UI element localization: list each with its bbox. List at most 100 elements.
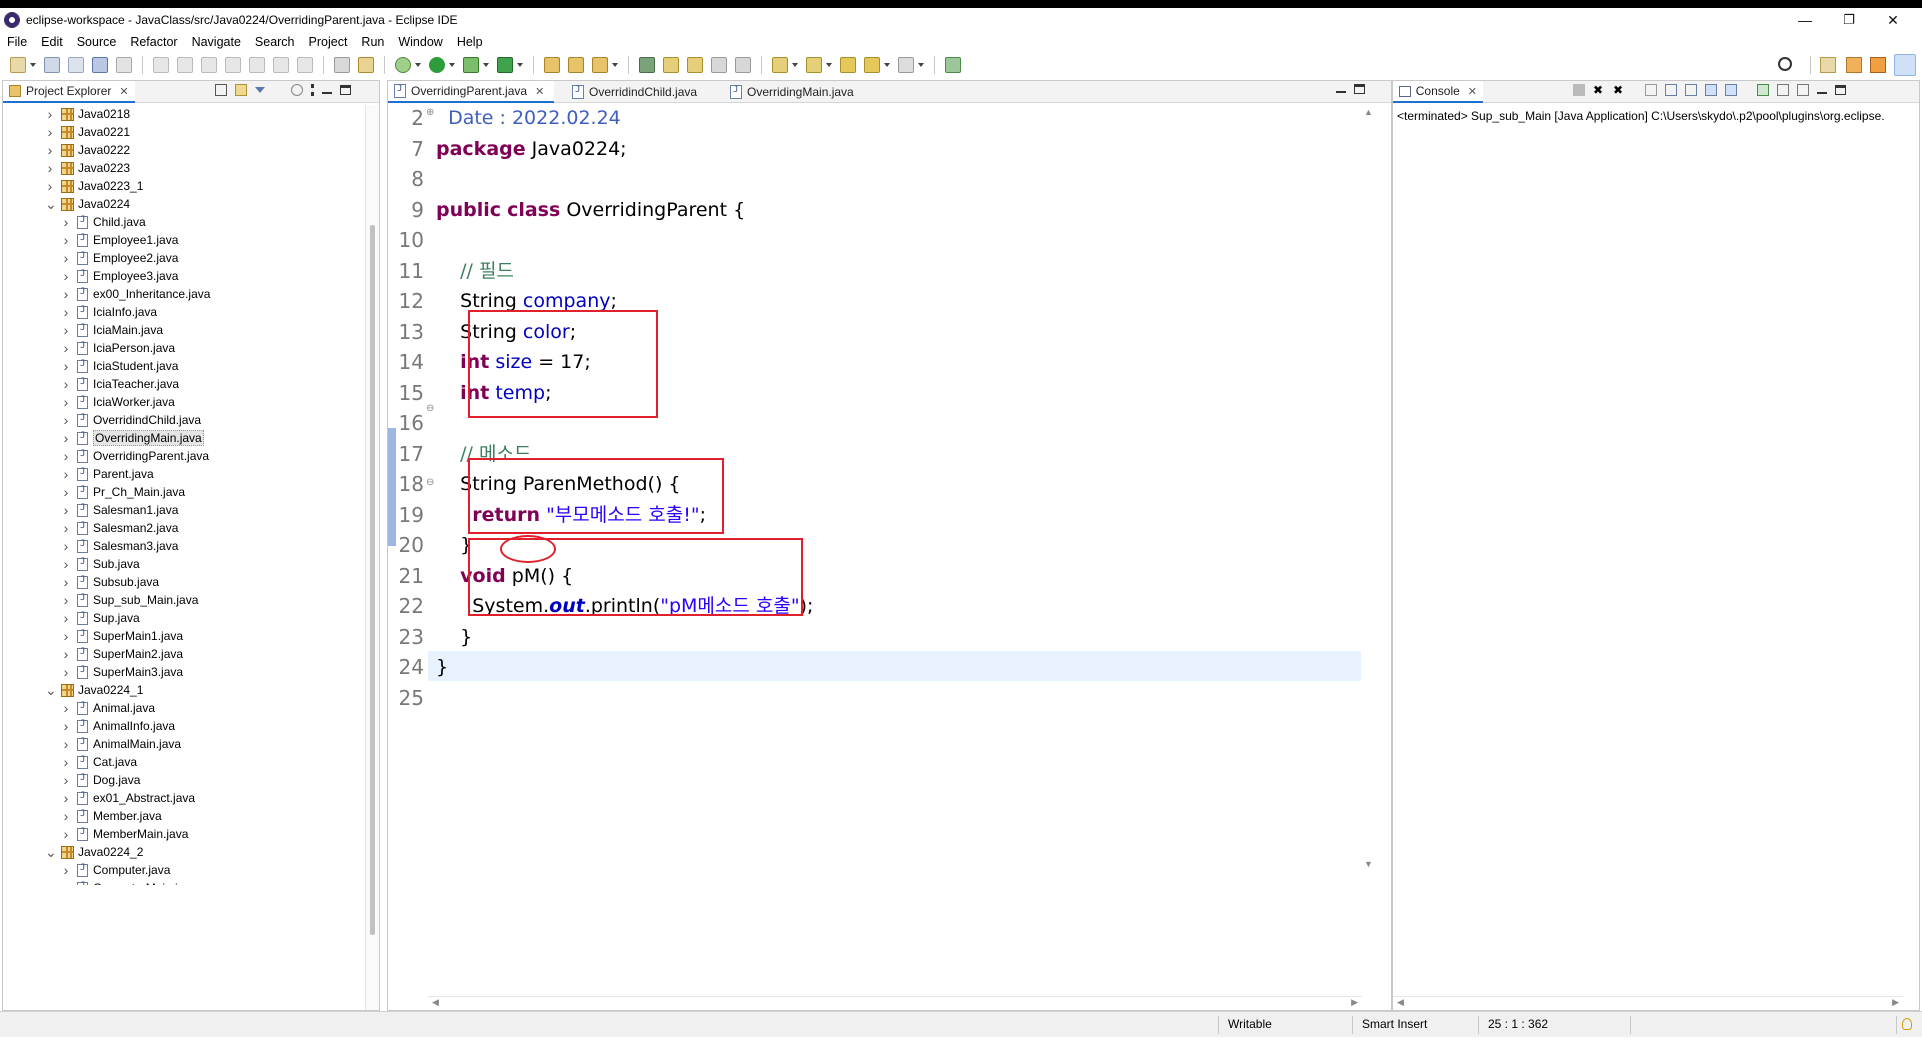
chevron-right-icon[interactable]: › <box>61 863 71 877</box>
chevron-right-icon[interactable]: › <box>61 467 71 481</box>
tree-file[interactable]: › Salesman1.java <box>61 501 179 519</box>
new-icon[interactable] <box>10 57 26 73</box>
console-vscrollbar[interactable] <box>1903 105 1917 985</box>
tree-file[interactable]: › Child.java <box>61 213 146 231</box>
tab-overridingmain[interactable]: OverridingMain.java <box>724 81 884 103</box>
chevron-right-icon[interactable]: › <box>61 737 71 751</box>
chevron-right-icon[interactable]: › <box>61 395 71 409</box>
save-all-icon[interactable] <box>68 57 84 73</box>
collapse-all-icon[interactable] <box>215 84 227 96</box>
tree-file[interactable]: › AnimalMain.java <box>61 735 181 753</box>
tree-file[interactable]: › Sup_sub_Main.java <box>61 591 199 609</box>
tree-package[interactable]: › Java0218 <box>45 105 130 123</box>
tree-file[interactable]: › IciaWorker.java <box>61 393 175 411</box>
scrollbar-thumb[interactable] <box>370 225 375 935</box>
scroll-lock-icon[interactable] <box>1665 84 1677 96</box>
tree-file[interactable]: › Sup.java <box>61 609 140 627</box>
disconnect-icon[interactable] <box>225 57 241 73</box>
tree-package[interactable]: › Java0223_1 <box>45 177 144 195</box>
lightbulb-icon[interactable] <box>1902 1018 1912 1030</box>
close-icon[interactable]: ✕ <box>119 85 128 98</box>
tree-file[interactable]: › Member.java <box>61 807 162 825</box>
suspend-icon[interactable] <box>177 57 193 73</box>
terminate-console-icon[interactable] <box>1573 84 1585 96</box>
last-edit-icon[interactable] <box>840 57 856 73</box>
tree-file[interactable]: › SuperMain1.java <box>61 627 183 645</box>
tree-file[interactable]: › Cat.java <box>61 753 137 771</box>
save-icon[interactable] <box>44 57 60 73</box>
menu-help[interactable]: Help <box>450 35 490 49</box>
tree-file[interactable]: › Computer.java <box>61 861 171 879</box>
menu-search[interactable]: Search <box>248 35 302 49</box>
tree-package[interactable]: ⌄ Java0224_1 <box>45 681 143 699</box>
code-line[interactable]: package Java0224; <box>436 134 627 164</box>
tree-package[interactable]: ⌄ Java0224_2 <box>45 843 143 861</box>
chevron-right-icon[interactable]: › <box>61 377 71 391</box>
new-package-icon[interactable] <box>568 57 584 73</box>
tree-file[interactable]: › IciaTeacher.java <box>61 375 179 393</box>
search-toolbar-icon[interactable] <box>663 57 679 73</box>
chevron-right-icon[interactable]: › <box>61 809 71 823</box>
tree-package[interactable]: ⌄ Java0224 <box>45 195 130 213</box>
chevron-right-icon[interactable]: › <box>61 773 71 787</box>
explorer-scrollbar[interactable] <box>365 105 379 1010</box>
scroll-left-icon[interactable]: ◀ <box>432 997 439 1008</box>
scroll-down-icon[interactable]: ▼ <box>1364 859 1373 869</box>
step-over-icon[interactable] <box>273 57 289 73</box>
show-stdout-icon[interactable] <box>1705 84 1717 96</box>
chevron-right-icon[interactable]: › <box>45 179 55 193</box>
chevron-right-icon[interactable]: › <box>61 719 71 733</box>
open-perspective-icon[interactable] <box>1820 57 1836 73</box>
back-icon[interactable] <box>864 57 880 73</box>
problem-icon[interactable] <box>358 57 374 73</box>
chevron-down-icon[interactable]: ⌄ <box>45 197 57 211</box>
menu-navigate[interactable]: Navigate <box>185 35 248 49</box>
show-stderr-icon[interactable] <box>1725 84 1737 96</box>
chevron-down-icon[interactable]: ⌄ <box>45 683 57 697</box>
chevron-right-icon[interactable]: › <box>45 143 55 157</box>
code-line[interactable]: } <box>436 652 448 682</box>
tree-file[interactable]: › Parent.java <box>61 465 154 483</box>
tree-file[interactable]: › AnimalInfo.java <box>61 717 175 735</box>
tree-package[interactable]: › Java0222 <box>45 141 130 159</box>
prev-annotation-icon[interactable] <box>806 57 822 73</box>
scroll-up-icon[interactable]: ▲ <box>1364 107 1373 117</box>
tree-file[interactable]: › Employee3.java <box>61 267 179 285</box>
chevron-right-icon[interactable]: › <box>61 341 71 355</box>
chevron-right-icon[interactable]: › <box>61 557 71 571</box>
word-wrap-icon[interactable] <box>711 57 727 73</box>
console-hscrollbar[interactable]: ◀ ▶ <box>1393 996 1903 1010</box>
tree-file[interactable]: › IciaInfo.java <box>61 303 157 321</box>
word-wrap-console-icon[interactable] <box>1685 84 1697 96</box>
tree-file[interactable]: › ex00_Inheritance.java <box>61 285 211 303</box>
annotation-icon[interactable] <box>687 57 703 73</box>
chevron-right-icon[interactable]: › <box>61 665 71 679</box>
menu-project[interactable]: Project <box>302 35 355 49</box>
menu-refactor[interactable]: Refactor <box>123 35 184 49</box>
chevron-right-icon[interactable]: › <box>61 647 71 661</box>
code-editor[interactable]: 2 7 8 9 10 11 12 13 14 15 16 17 18 19 20 21 22 23 24 25 ⊕ ⊖… <box>388 103 1391 1010</box>
chevron-right-icon[interactable]: › <box>61 629 71 643</box>
tree-file[interactable]: › MemberMain.java <box>61 825 189 843</box>
tree-file[interactable]: › Dog.java <box>61 771 141 789</box>
chevron-down-icon[interactable]: ⌄ <box>45 845 57 859</box>
open-type-icon[interactable] <box>639 57 655 73</box>
chevron-right-icon[interactable]: › <box>61 575 71 589</box>
open-console-dropdown-icon[interactable] <box>1797 84 1809 96</box>
debug-perspective-icon[interactable] <box>1870 57 1886 73</box>
menu-source[interactable]: Source <box>70 35 124 49</box>
chevron-right-icon[interactable]: › <box>61 287 71 301</box>
fold-expand-icon[interactable]: ⊕ <box>426 107 434 118</box>
chevron-right-icon[interactable]: › <box>45 161 55 175</box>
tree-file[interactable]: › IciaStudent.java <box>61 357 179 375</box>
pin-editor-icon[interactable] <box>945 57 961 73</box>
tree-file[interactable]: › OverridingMain.java <box>61 429 204 447</box>
chevron-right-icon[interactable]: › <box>61 611 71 625</box>
next-annotation-icon[interactable] <box>772 57 788 73</box>
step-return-icon[interactable] <box>297 57 313 73</box>
pin-console-icon[interactable] <box>1757 84 1769 96</box>
java-ee-perspective-icon[interactable] <box>1846 57 1862 73</box>
scroll-right-icon[interactable]: ▶ <box>1351 997 1358 1008</box>
terminate-icon[interactable] <box>201 57 217 73</box>
chevron-right-icon[interactable]: › <box>61 791 71 805</box>
